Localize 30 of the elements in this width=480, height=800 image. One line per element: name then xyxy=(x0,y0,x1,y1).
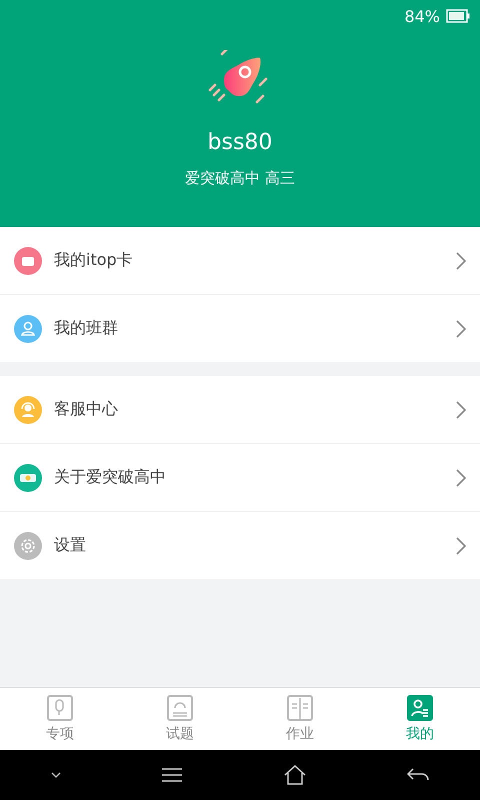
menu-item[interactable]: 我的itop卡 xyxy=(0,227,480,295)
menu-icon[interactable] xyxy=(162,768,182,782)
user-name: bss80 xyxy=(208,130,272,155)
chevron-icon xyxy=(456,536,466,554)
headphones-icon xyxy=(167,695,193,721)
tab[interactable]: 试题 xyxy=(120,688,240,750)
back-icon[interactable] xyxy=(407,768,430,782)
book-icon xyxy=(287,695,313,721)
tab[interactable]: 作业 xyxy=(240,688,360,750)
profile-icon xyxy=(407,695,433,721)
chevron-down-icon[interactable] xyxy=(50,772,61,778)
battery-level: 84% xyxy=(404,6,440,26)
chevron-icon xyxy=(456,400,466,418)
wallet-icon xyxy=(14,246,42,274)
logo-icon xyxy=(14,464,42,492)
microphone-icon xyxy=(47,695,73,721)
person-icon xyxy=(14,314,42,342)
chevron-icon xyxy=(456,468,466,486)
menu-item[interactable]: 我的班群 xyxy=(0,295,480,362)
menu-item[interactable]: 设置 xyxy=(0,512,480,579)
school-grade: 爱突破高中 高三 xyxy=(185,169,295,188)
menu-item[interactable]: 关于爱突破高中 xyxy=(0,444,480,512)
battery-icon xyxy=(446,9,470,23)
settings-icon xyxy=(14,532,42,560)
chevron-icon xyxy=(456,320,466,338)
home-icon[interactable] xyxy=(284,765,306,785)
headset-icon xyxy=(14,396,42,424)
chevron-icon xyxy=(456,252,466,270)
menu-item[interactable]: 客服中心 xyxy=(0,376,480,444)
tab[interactable]: 专项 xyxy=(0,688,120,750)
